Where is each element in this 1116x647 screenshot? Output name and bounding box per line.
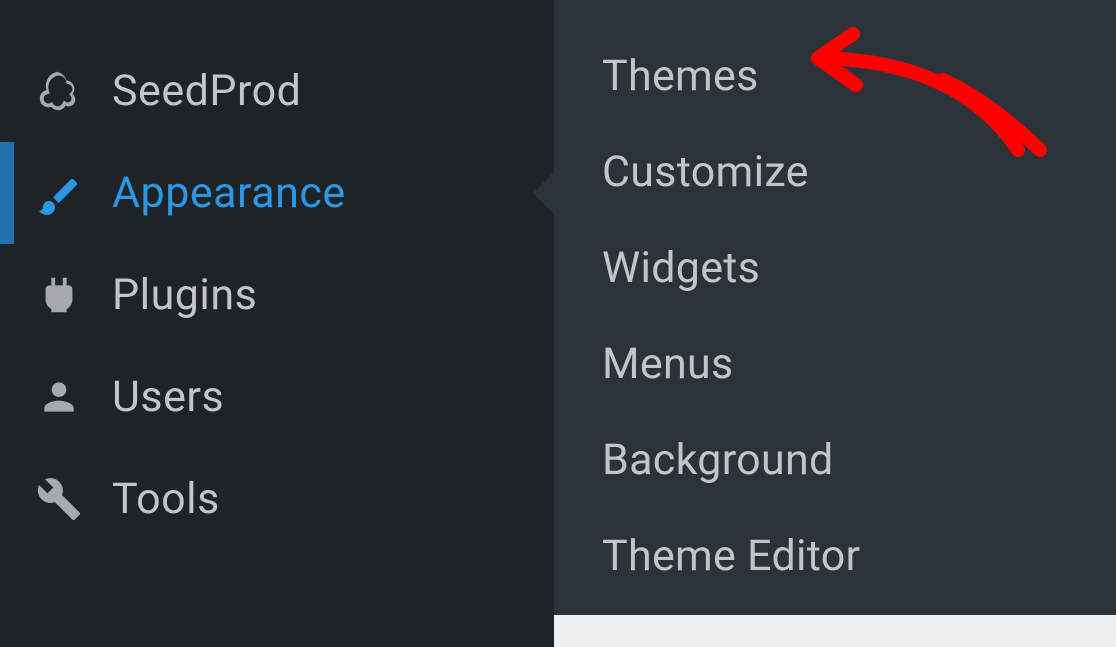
admin-sidebar: SeedProd Appearance Plugins [0,0,554,647]
plug-icon [34,270,84,320]
submenu-item-widgets[interactable]: Widgets [602,220,1116,316]
sidebar-item-label: Appearance [112,168,346,218]
submenu-item-themes[interactable]: Themes [602,28,1116,124]
sidebar-item-label: Tools [112,474,220,524]
user-icon [34,372,84,422]
sidebar-item-seedprod[interactable]: SeedProd [0,40,554,142]
submenu-item-customize[interactable]: Customize [602,124,1116,220]
seedprod-icon [34,66,84,116]
brush-icon [34,168,84,218]
sidebar-item-label: SeedProd [112,66,301,116]
sidebar-item-appearance[interactable]: Appearance [0,142,554,244]
submenu-item-theme-editor[interactable]: Theme Editor [602,508,1116,604]
sidebar-item-tools[interactable]: Tools [0,448,554,550]
submenu-item-menus[interactable]: Menus [602,316,1116,412]
appearance-submenu: Themes Customize Widgets Menus Backgroun… [554,0,1116,615]
submenu-item-background[interactable]: Background [602,412,1116,508]
wrench-icon [34,474,84,524]
sidebar-item-label: Plugins [112,270,257,320]
sidebar-item-plugins[interactable]: Plugins [0,244,554,346]
sidebar-item-label: Users [112,372,224,422]
sidebar-item-users[interactable]: Users [0,346,554,448]
